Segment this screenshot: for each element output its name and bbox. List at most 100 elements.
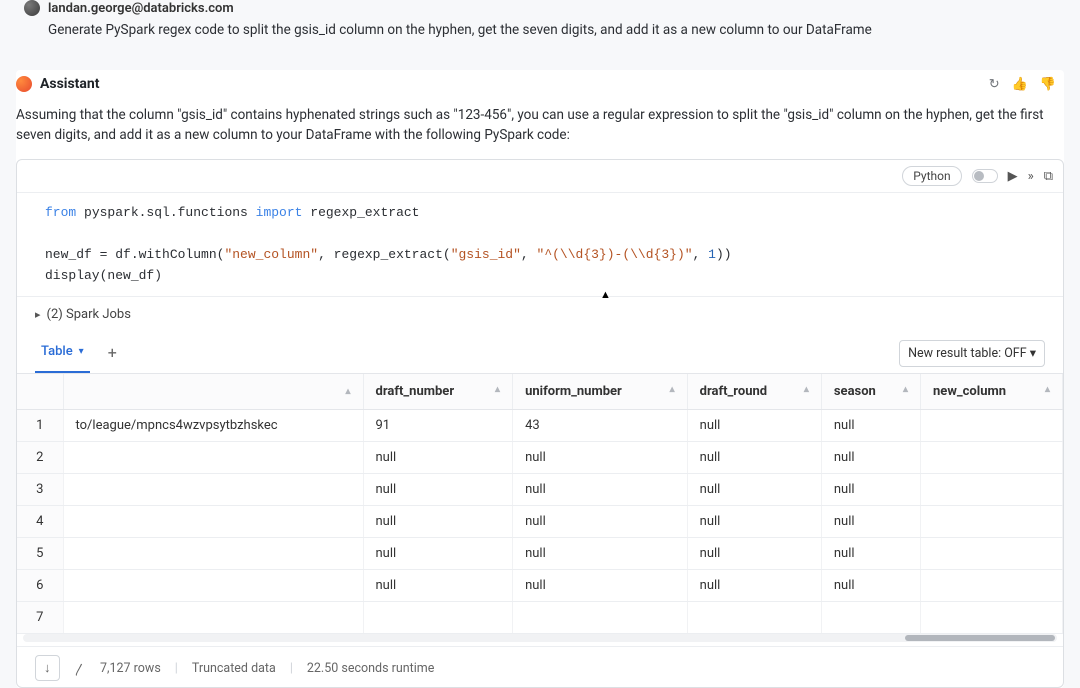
code-text: , (521, 247, 537, 262)
cell: null (513, 442, 688, 474)
cell-toolbar: Python ▶ » ⧉ (17, 160, 1063, 193)
assistant-avatar (16, 76, 32, 92)
expand-icon[interactable]: » (1028, 169, 1034, 184)
cell: null (687, 442, 821, 474)
assistant-message: Assistant ↻ 👍 👎 Assuming that the column… (16, 70, 1064, 688)
user-email: landan.george@databricks.com (48, 1, 234, 16)
row-num: 6 (17, 570, 63, 602)
code-editor[interactable]: from pyspark.sql.functions import regexp… (17, 193, 1063, 297)
cell: null (513, 538, 688, 570)
chevron-down-icon: ▾ (79, 346, 84, 357)
cell (63, 506, 363, 538)
cell: null (363, 570, 513, 602)
code-number: 1 (708, 247, 716, 262)
thumbs-down-icon[interactable]: 👎 (1040, 77, 1056, 92)
row-num: 5 (17, 538, 63, 570)
cell: null (513, 506, 688, 538)
spark-jobs-label: (2) Spark Jobs (47, 307, 131, 322)
col-blank[interactable]: ▴ (63, 374, 363, 410)
cell: null (821, 442, 920, 474)
cell: null (821, 474, 920, 506)
tab-table-label: Table (41, 344, 73, 359)
table-header-row: ▴ draft_number▴ uniform_number▴ draft_ro… (17, 374, 1063, 410)
cell: null (687, 570, 821, 602)
code-text: , regexp_extract( (318, 247, 451, 262)
result-tabs: Table ▾ + New result table: OFF ▾ (17, 332, 1063, 374)
copy-icon[interactable]: ⧉ (1044, 169, 1053, 184)
cell: null (363, 474, 513, 506)
cell (63, 570, 363, 602)
spark-jobs-toggle[interactable]: ▸ (2) Spark Jobs (17, 297, 1063, 332)
new-result-select[interactable]: New result table: OFF ▾ (899, 340, 1045, 367)
table-row[interactable]: 3 null null null null (17, 474, 1063, 506)
cell: null (363, 442, 513, 474)
col-new-column[interactable]: new_column▴ (921, 374, 1063, 410)
row-num: 3 (17, 474, 63, 506)
cell: null (821, 570, 920, 602)
cell (921, 538, 1063, 570)
row-num: 4 (17, 506, 63, 538)
col-season[interactable]: season▴ (821, 374, 920, 410)
col-draft-number[interactable]: draft_number▴ (363, 374, 513, 410)
cell (921, 570, 1063, 602)
runtime-label: 22.50 seconds runtime (307, 661, 435, 676)
truncated-label: Truncated data (192, 661, 276, 676)
user-header: landan.george@databricks.com (24, 0, 1056, 16)
user-avatar (24, 0, 40, 16)
table-body: 1 to/league/mpncs4wzvpsytbzhskec 91 43 n… (17, 410, 1063, 634)
cell (63, 442, 363, 474)
user-message: landan.george@databricks.com Generate Py… (0, 0, 1080, 50)
cell (63, 538, 363, 570)
cell-toggle[interactable] (972, 169, 998, 183)
result-table: ▴ draft_number▴ uniform_number▴ draft_ro… (17, 374, 1063, 634)
cell (921, 442, 1063, 474)
add-tab-button[interactable]: + (108, 343, 117, 362)
chart-icon[interactable]: 〳 (74, 659, 87, 678)
table-row[interactable]: 2 null null null null (17, 442, 1063, 474)
col-uniform-number[interactable]: uniform_number▴ (513, 374, 688, 410)
code-text: pyspark.sql.functions (76, 205, 255, 220)
table-row[interactable]: 6 null null null null (17, 570, 1063, 602)
code-string: "^(\\d{3})-(\\d{3})" (537, 247, 693, 262)
run-icon[interactable]: ▶ (1008, 169, 1018, 184)
row-num: 2 (17, 442, 63, 474)
cell: null (687, 474, 821, 506)
cell: to/league/mpncs4wzvpsytbzhskec (63, 410, 363, 442)
code-text: regexp_extract (302, 205, 419, 220)
code-text: new_df = df.withColumn( (45, 247, 224, 262)
cell: null (687, 410, 821, 442)
tab-table[interactable]: Table ▾ (35, 332, 90, 373)
col-draft-round[interactable]: draft_round▴ (687, 374, 821, 410)
user-prompt-text: Generate PySpark regex code to split the… (48, 22, 1056, 38)
separator: | (175, 661, 178, 676)
row-count: 7,127 rows (100, 661, 161, 676)
cell: 91 (363, 410, 513, 442)
assistant-name: Assistant (40, 76, 100, 92)
cell: null (363, 538, 513, 570)
horizontal-scrollbar[interactable] (23, 634, 1057, 642)
cell (63, 474, 363, 506)
code-keyword: import (256, 205, 303, 220)
scrollbar-thumb[interactable] (905, 635, 1055, 641)
table-row[interactable]: 5 null null null null (17, 538, 1063, 570)
refresh-icon[interactable]: ↻ (989, 77, 1000, 92)
code-text: display(new_df) (45, 268, 162, 283)
code-cell: Python ▶ » ⧉ from pyspark.sql.functions … (16, 159, 1064, 688)
code-text: )) (716, 247, 732, 262)
col-rownum[interactable] (17, 374, 63, 410)
language-pill[interactable]: Python (902, 166, 961, 186)
thumbs-up-icon[interactable]: 👍 (1012, 77, 1028, 92)
code-string: "gsis_id" (451, 247, 521, 262)
table-row[interactable]: 1 to/league/mpncs4wzvpsytbzhskec 91 43 n… (17, 410, 1063, 442)
cell: 43 (513, 410, 688, 442)
cell (921, 506, 1063, 538)
assistant-response-text: Assuming that the column "gsis_id" conta… (16, 106, 1064, 145)
result-table-scroll[interactable]: ▴ draft_number▴ uniform_number▴ draft_ro… (17, 374, 1063, 634)
download-button[interactable]: ↓ (35, 655, 60, 681)
chevron-right-icon: ▸ (35, 308, 41, 321)
cell: null (821, 538, 920, 570)
assistant-header: Assistant ↻ 👍 👎 (16, 70, 1064, 98)
table-footer: ↓ 〳 7,127 rows | Truncated data | 22.50 … (17, 646, 1063, 687)
table-row[interactable]: 4 null null null null (17, 506, 1063, 538)
separator: | (290, 661, 293, 676)
